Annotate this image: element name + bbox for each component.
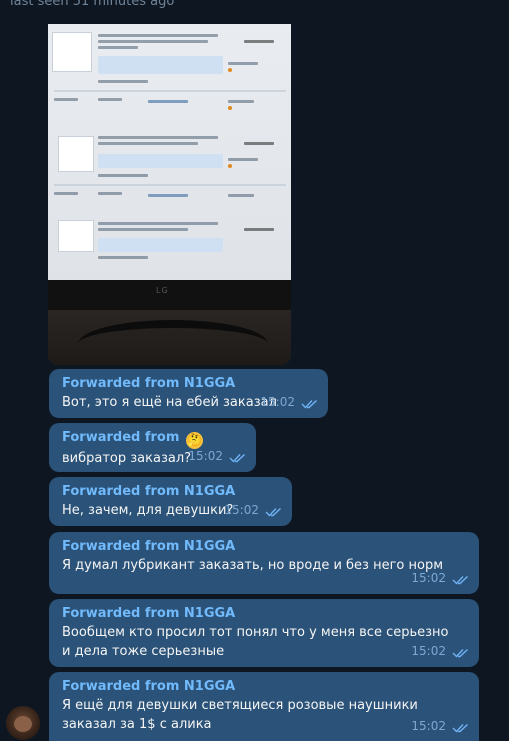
message-bubble[interactable]: Forwarded from N1GGA Я думал лубрикант з… xyxy=(49,532,479,594)
forwarded-from-text: Forwarded from xyxy=(62,430,180,445)
forwarded-from-label[interactable]: Forwarded from N1GGA xyxy=(62,678,467,696)
message-bubble[interactable]: Forwarded from N1GGA Вот, это я ещё на е… xyxy=(49,369,328,418)
avatar-face xyxy=(14,716,32,732)
photo-screen-content xyxy=(48,24,291,280)
message-time: 15:02 xyxy=(411,571,446,585)
double-check-icon xyxy=(452,722,469,736)
chat-status: last seen 51 minutes ago xyxy=(10,0,175,9)
forwarded-from-label[interactable]: Forwarded from N1GGA xyxy=(62,375,316,393)
double-check-icon xyxy=(265,506,282,520)
message-bubble[interactable]: Forwarded from N1GGA Я ещё для девушки с… xyxy=(49,672,479,741)
message-meta: 15:02 xyxy=(411,719,469,736)
forwarded-from-label[interactable]: Forwarded from N1GGA xyxy=(62,483,280,501)
message-bubble[interactable]: Forwarded from 🤔 вибратор заказал? 15:02 xyxy=(49,423,256,472)
message-bubble[interactable]: Forwarded from N1GGA Вообщем кто просил … xyxy=(49,599,479,667)
double-check-icon xyxy=(452,647,469,661)
message-meta: 15:02 xyxy=(411,644,469,661)
message-text: Я думал лубрикант заказать, но вроде и б… xyxy=(62,558,444,573)
photo-message[interactable]: LG xyxy=(48,24,291,365)
message-text: Я ещё для девушки светящиеся розовые нау… xyxy=(62,698,418,732)
message-meta: 15:02 xyxy=(411,571,469,588)
message-bubble[interactable]: Forwarded from N1GGA Не, зачем, для деву… xyxy=(49,477,292,526)
message-meta: 15:02 xyxy=(260,395,318,412)
forwarded-from-label[interactable]: Forwarded from N1GGA xyxy=(62,538,467,556)
avatar[interactable] xyxy=(6,706,40,740)
message-time: 15:02 xyxy=(224,503,259,517)
message-time: 15:02 xyxy=(411,719,446,733)
message-meta: 15:02 xyxy=(224,503,282,520)
double-check-icon xyxy=(301,398,318,412)
message-time: 15:02 xyxy=(260,395,295,409)
thinking-face-emoji-icon: 🤔 xyxy=(185,432,203,449)
monitor-logo: LG xyxy=(156,286,169,295)
message-time: 15:02 xyxy=(411,644,446,658)
forwarded-from-label[interactable]: Forwarded from N1GGA xyxy=(62,605,467,623)
monitor-bezel xyxy=(48,280,291,310)
forwarded-from-label[interactable]: Forwarded from 🤔 xyxy=(62,429,244,449)
double-check-icon xyxy=(229,452,246,466)
monitor-stand xyxy=(78,320,268,365)
message-meta: 15:02 xyxy=(188,449,246,466)
message-text: Вообщем кто просил тот понял что у меня … xyxy=(62,625,449,659)
double-check-icon xyxy=(452,574,469,588)
message-time: 15:02 xyxy=(188,449,223,463)
